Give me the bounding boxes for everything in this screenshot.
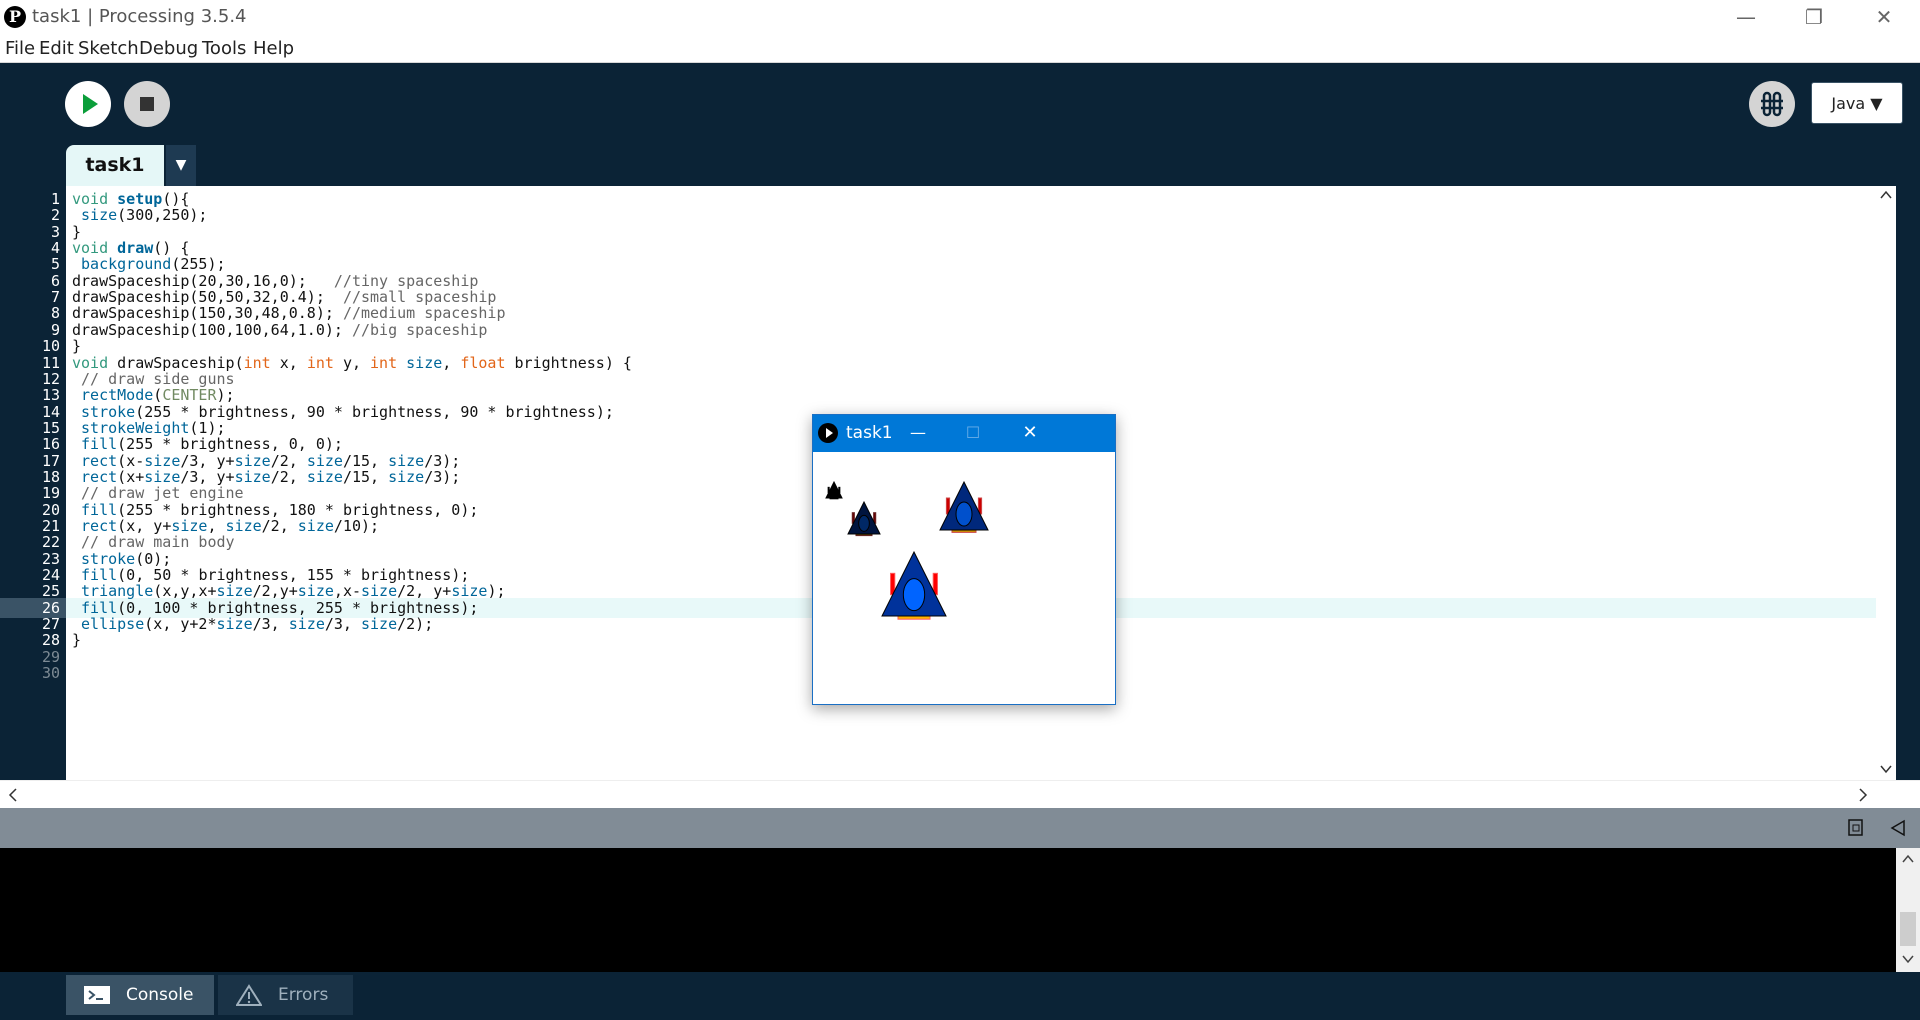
minimize-button[interactable]: —	[1712, 0, 1780, 34]
mode-selector[interactable]: Java ▼	[1811, 82, 1903, 124]
sketch-minimize-button[interactable]: —	[903, 419, 933, 447]
scroll-up-icon	[1880, 190, 1892, 199]
sketch-window-title: task1	[846, 423, 893, 443]
scroll-down-icon	[1880, 765, 1892, 774]
code-line[interactable]: ellipse(x, y+2*size/3, size/3, size/2);	[72, 614, 433, 634]
title-bar	[0, 0, 1920, 34]
debugger-button[interactable]	[1749, 81, 1795, 127]
scroll-down-icon	[1902, 955, 1914, 964]
console-scrollbar[interactable]	[1896, 848, 1920, 972]
menu-file[interactable]: File	[5, 38, 35, 59]
terminal-icon	[84, 986, 110, 1004]
sketch-canvas[interactable]	[814, 452, 1114, 702]
menu-sketch[interactable]: Sketch	[78, 38, 139, 59]
restore-button[interactable]: ❐	[1780, 0, 1848, 34]
menu-debug[interactable]: Debug	[139, 38, 198, 59]
code-line[interactable]: size(300,250);	[72, 205, 207, 225]
scroll-left-icon	[8, 788, 17, 802]
spaceship-cockpit	[830, 488, 838, 498]
editor-vertical-scrollbar[interactable]	[1876, 186, 1896, 780]
menu-help[interactable]: Help	[253, 38, 294, 59]
editor-horizontal-scrollbar[interactable]	[0, 780, 1920, 809]
menu-tools[interactable]: Tools	[202, 38, 246, 59]
spaceship-cockpit	[955, 501, 973, 527]
warning-icon	[236, 984, 262, 1006]
toolbar	[0, 63, 1920, 186]
play-icon	[83, 94, 98, 114]
code-line[interactable]: }	[72, 630, 81, 650]
scroll-up-icon	[1902, 854, 1914, 863]
console-header	[0, 808, 1920, 848]
collapse-console-icon[interactable]	[1888, 818, 1908, 838]
debugger-icon	[1761, 91, 1783, 117]
scroll-right-icon	[1859, 788, 1868, 802]
tab-errors[interactable]: Errors	[218, 975, 353, 1015]
spaceship-cockpit	[858, 514, 870, 532]
sketch-window[interactable]: task1 — ☐ ✕	[812, 414, 1116, 705]
copy-console-icon[interactable]	[1846, 818, 1866, 838]
tab-task1[interactable]: task1	[66, 145, 164, 186]
close-button[interactable]: ✕	[1850, 0, 1918, 34]
code-line[interactable]: drawSpaceship(100,100,64,1.0); //big spa…	[72, 320, 487, 340]
tab-console-label: Console	[126, 985, 194, 1005]
tab-console[interactable]: Console	[66, 975, 214, 1015]
stop-button[interactable]	[124, 81, 170, 127]
stop-icon	[140, 97, 154, 111]
console-output[interactable]	[0, 848, 1896, 972]
window-title: task1 | Processing 3.5.4	[32, 6, 247, 27]
right-margin	[1896, 186, 1920, 780]
line-numbers: 1 2 3 4 5 6 7 8 9 10 11 12 13 14 15 16 17 18 19 20 21 22 23 24 2…	[0, 186, 66, 780]
run-button[interactable]	[65, 81, 111, 127]
sketch-close-button[interactable]: ✕	[1015, 419, 1045, 447]
tab-errors-label: Errors	[278, 985, 329, 1005]
spaceship-cockpit	[902, 578, 926, 612]
sketch-app-icon	[818, 423, 838, 443]
line-number: 30	[41, 664, 60, 683]
sketch-title-bar[interactable]: task1 — ☐ ✕	[813, 415, 1115, 452]
sketch-maximize-button[interactable]: ☐	[958, 419, 988, 447]
processing-logo-icon: P	[4, 6, 26, 28]
tab-menu-button[interactable]: ▼	[166, 145, 196, 186]
menu-edit[interactable]: Edit	[39, 38, 74, 59]
